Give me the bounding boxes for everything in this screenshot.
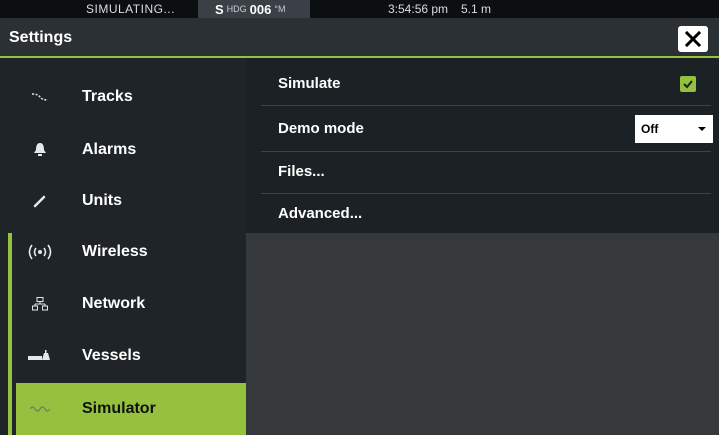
depth-readout: 5.1 m — [461, 2, 492, 16]
sidebar-item-simulator[interactable]: Simulator — [16, 383, 246, 435]
sidebar-item-label: Tracks — [82, 88, 133, 105]
sidebar-item-label: Vessels — [82, 347, 141, 364]
pencil-icon — [16, 194, 64, 208]
simulate-checkbox[interactable] — [680, 76, 696, 92]
advanced-label: Advanced... — [278, 205, 363, 222]
title-bar: Settings — [0, 18, 719, 58]
bell-icon — [16, 142, 64, 158]
tracks-icon — [16, 92, 64, 102]
checkmark-icon — [683, 80, 693, 89]
close-icon — [685, 31, 701, 47]
sidebar-item-label: Alarms — [82, 141, 137, 158]
settings-sidebar: Tracks Alarms Units Wireless Network Ves… — [0, 58, 246, 435]
heading-value: 006 — [249, 1, 272, 17]
clock: 3:54:56 pm — [388, 2, 449, 16]
page-title: Settings — [9, 29, 73, 46]
sidebar-item-network[interactable]: Network — [16, 279, 246, 329]
settings-content: Simulate Demo mode Off Files... Advanced… — [246, 58, 719, 435]
heading-label: HDG — [226, 4, 247, 14]
demo-mode-label: Demo mode — [278, 120, 364, 137]
files-row[interactable]: Files... — [261, 152, 711, 194]
chevron-down-icon — [698, 127, 706, 131]
wireless-icon — [16, 244, 64, 260]
demo-mode-select[interactable]: Off — [635, 115, 713, 143]
simulator-icon — [16, 405, 64, 413]
vessels-icon — [16, 350, 64, 362]
demo-mode-row: Demo mode Off — [261, 106, 713, 152]
sidebar-item-label: Wireless — [82, 243, 148, 260]
heading-unit: °M — [274, 4, 286, 14]
sidebar-item-tracks[interactable]: Tracks — [16, 72, 246, 122]
close-button[interactable] — [678, 26, 708, 52]
sidebar-item-vessels[interactable]: Vessels — [16, 331, 246, 381]
status-bar: SIMULATING... S HDG 006 °M 3:54:56 pm 5.… — [0, 0, 719, 18]
sidebar-item-label: Network — [82, 295, 146, 312]
advanced-row[interactable]: Advanced... — [261, 194, 711, 236]
sidebar-item-wireless[interactable]: Wireless — [16, 227, 246, 277]
sidebar-item-alarms[interactable]: Alarms — [16, 125, 246, 175]
sidebar-item-label: Units — [82, 192, 122, 209]
sidebar-scrollbar[interactable] — [8, 233, 12, 435]
simulate-label: Simulate — [278, 75, 341, 92]
sidebar-item-label: Simulator — [82, 400, 156, 417]
heading-readout: S HDG 006 °M — [198, 0, 310, 18]
heading-prefix: S — [215, 1, 224, 17]
files-label: Files... — [278, 163, 325, 180]
demo-mode-value: Off — [641, 122, 659, 136]
sidebar-item-units[interactable]: Units — [16, 176, 246, 226]
network-icon — [16, 297, 64, 311]
simulate-row[interactable]: Simulate — [261, 64, 711, 106]
simulating-indicator: SIMULATING... — [86, 2, 175, 16]
